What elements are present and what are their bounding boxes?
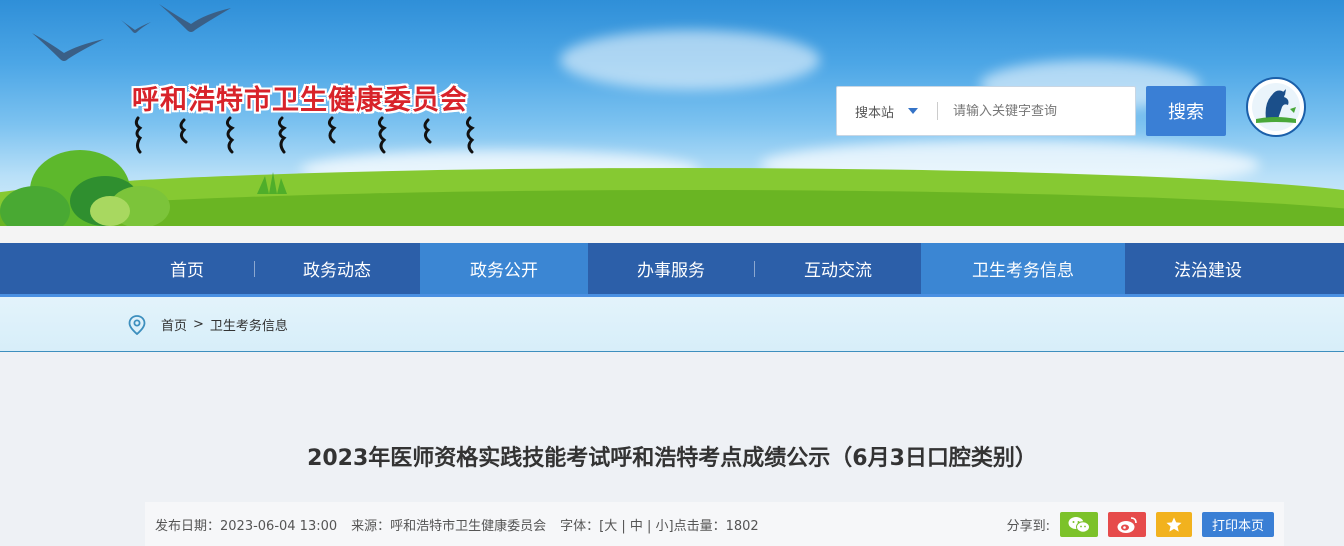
nav-item-services[interactable]: 办事服务 (588, 243, 754, 294)
search-divider (937, 102, 938, 120)
bird-decoration (121, 20, 151, 33)
grass-decoration (257, 172, 287, 194)
breadcrumb-bar: 首页 > 卫生考务信息 (0, 297, 1344, 352)
search-button[interactable]: 搜索 (1146, 86, 1226, 136)
search-input[interactable] (953, 103, 1123, 119)
mongolian-script-logo (134, 116, 475, 154)
publish-date: 发布日期：2023-06-04 13:00 (155, 518, 338, 534)
nav-item-home[interactable]: 首页 (120, 243, 254, 294)
nav-spacer (0, 226, 1344, 243)
wechat-icon (1068, 516, 1090, 533)
font-size-controls[interactable]: 字体：[大 | 中 | 小]点击量：1802 (560, 515, 759, 534)
print-page-button[interactable]: 打印本页 (1201, 512, 1274, 537)
breadcrumb-current-link[interactable]: 卫生考务信息 (210, 315, 288, 334)
article-meta-bar: 发布日期：2023-06-04 13:00 来源：呼和浩特市卫生健康委员会 字体… (145, 502, 1284, 546)
search-box: 搜本站 (836, 86, 1136, 136)
header-banner: 呼和浩特市卫生健康委员会 搜本站 搜索 (0, 0, 1344, 226)
share-wechat-button[interactable] (1059, 512, 1098, 537)
nav-item-rule-of-law[interactable]: 法治建设 (1125, 243, 1291, 294)
search-scope-dropdown[interactable]: 搜本站 (837, 102, 937, 121)
nav-item-government-news[interactable]: 政务动态 (255, 243, 419, 294)
bird-decoration (159, 4, 231, 32)
share-tools: 分享到: 打印本页 (1007, 512, 1274, 537)
location-pin-icon (128, 314, 146, 335)
article-source: 来源：呼和浩特市卫生健康委员会 (351, 518, 547, 534)
breadcrumb: 首页 > 卫生考务信息 (128, 297, 288, 352)
site-title: 呼和浩特市卫生健康委员会 (132, 85, 468, 116)
nav-item-interaction[interactable]: 互动交流 (755, 243, 921, 294)
caret-down-icon (908, 108, 919, 114)
article-title: 2023年医师资格实践技能考试呼和浩特考点成绩公示（6月3日口腔类别） (307, 446, 1037, 471)
horse-icon (1252, 83, 1300, 131)
breadcrumb-separator: > (193, 317, 204, 332)
search-scope-label: 搜本站 (855, 105, 895, 121)
weibo-icon (1117, 516, 1137, 533)
nav-item-health-exam-info[interactable]: 卫生考务信息 (921, 243, 1125, 294)
breadcrumb-home-link[interactable]: 首页 (161, 315, 187, 334)
favorite-button[interactable] (1155, 512, 1192, 537)
main-nav: 首页 政务动态 政务公开 办事服务 互动交流 卫生考务信息 法治建设 (0, 243, 1344, 297)
share-weibo-button[interactable] (1107, 512, 1146, 537)
favorite-star-icon (1166, 517, 1182, 532)
horse-emblem-logo[interactable] (1246, 77, 1306, 137)
nav-item-government-affairs[interactable]: 政务公开 (420, 243, 588, 294)
bird-decoration (32, 33, 104, 61)
share-label: 分享到: (1006, 519, 1050, 534)
